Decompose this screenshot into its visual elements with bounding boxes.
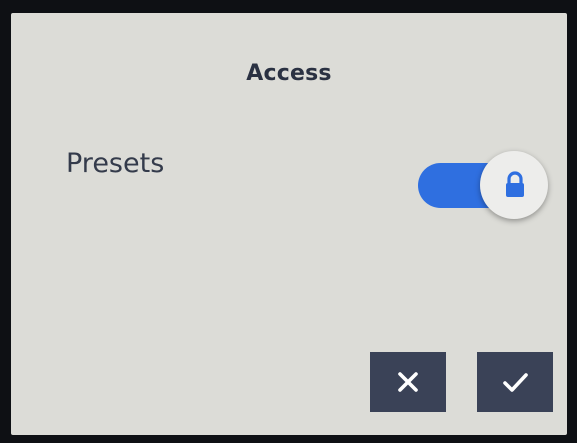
confirm-button[interactable] (477, 352, 553, 412)
cancel-button[interactable] (370, 352, 446, 412)
toggle-knob[interactable] (480, 151, 548, 219)
access-screen: Access Presets (11, 13, 567, 435)
checkmark-icon (503, 373, 528, 392)
close-icon (398, 372, 418, 392)
device-bezel: Access Presets (0, 0, 577, 443)
presets-toggle[interactable] (418, 151, 548, 219)
lock-icon (506, 171, 524, 197)
presets-label: Presets (66, 148, 165, 179)
page-title: Access (246, 61, 332, 86)
